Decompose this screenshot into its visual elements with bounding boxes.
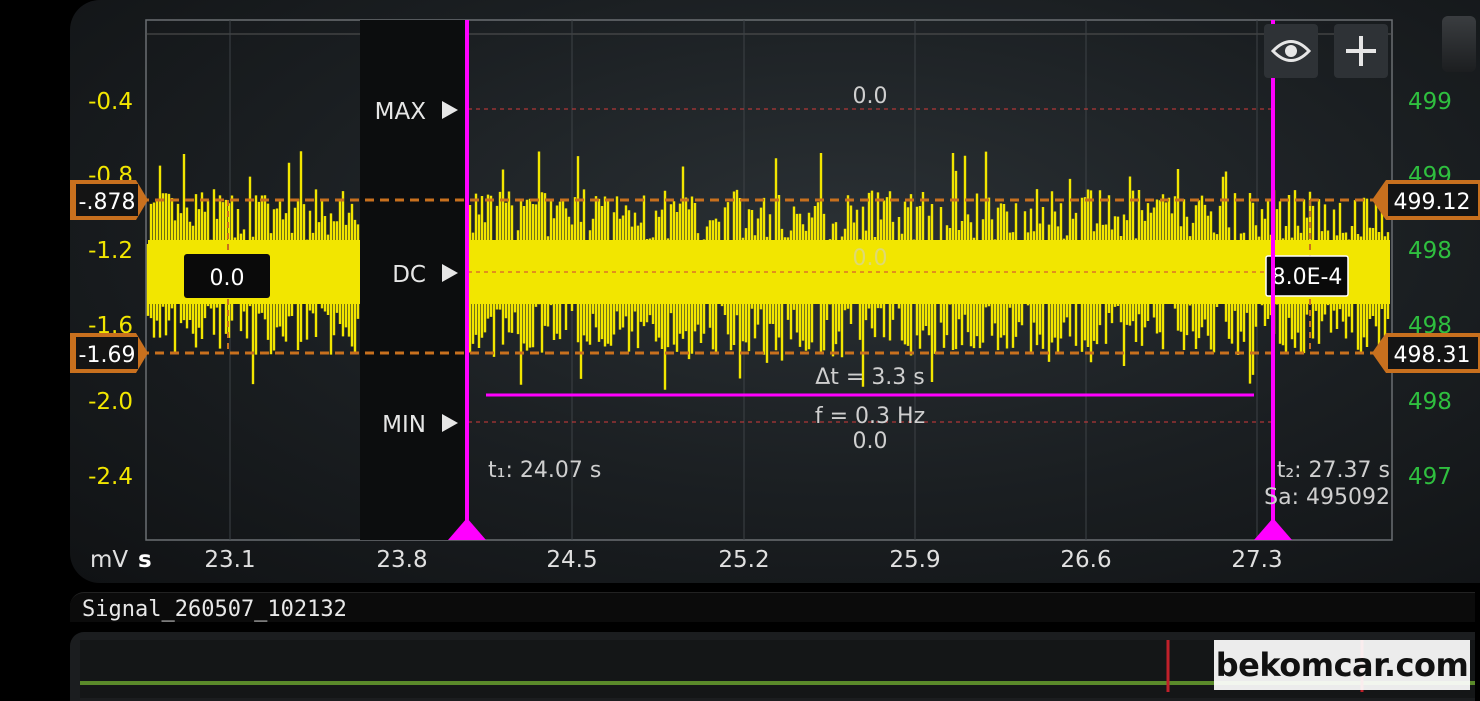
x-tick-label: 23.8	[376, 547, 427, 573]
min-value: 0.0	[853, 429, 888, 454]
y-left-tick: -1.2	[88, 238, 133, 264]
visibility-button[interactable]	[1264, 24, 1318, 78]
dc-label: DC	[392, 262, 426, 288]
y-right-tick: 497	[1408, 464, 1452, 490]
max-label: MAX	[375, 99, 427, 125]
dc-value: 0.0	[853, 246, 888, 271]
watermark: bekomcar.com	[1214, 640, 1470, 690]
t1-readout: t₁: 24.07 s	[488, 458, 601, 483]
x-tick-label: 25.2	[718, 547, 769, 573]
signal-trace	[146, 151, 1390, 390]
x-unit-label: s	[138, 547, 152, 573]
min-label: MIN	[382, 412, 426, 438]
x-tick-label: 25.9	[889, 547, 940, 573]
upper-level-value-right: 499.12	[1394, 190, 1471, 215]
side-panel-handle[interactable]	[1442, 16, 1476, 72]
y-left-tick: -2.0	[88, 389, 133, 415]
eye-icon	[1271, 40, 1311, 62]
lower-level-value-left: -1.69	[79, 343, 136, 368]
x-tick-label: 23.1	[204, 547, 255, 573]
t2-readout: t₂: 27.37 s	[1277, 458, 1390, 483]
samples-readout: Sa: 495092	[1264, 485, 1390, 510]
add-button[interactable]	[1334, 24, 1388, 78]
file-name-bar: Signal_260507_102132	[70, 592, 1475, 622]
right-cursor-value: 8.0E-4	[1272, 265, 1343, 290]
cursor-t2-handle[interactable]	[1254, 518, 1292, 540]
max-value: 0.0	[853, 84, 888, 109]
y-right-tick: 499	[1408, 89, 1452, 115]
upper-level-value-left: -.878	[79, 190, 136, 215]
y-right-tick: 498	[1408, 389, 1452, 415]
scope-plot[interactable]: -0.4 -0.8 -1.2 -1.6 -2.0 -2.4 499 499 49…	[70, 0, 1480, 583]
y-right-tick: 498	[1408, 238, 1452, 264]
plus-icon	[1346, 36, 1376, 66]
delta-t-readout: Δt = 3.3 s	[815, 365, 925, 390]
x-tick-label: 27.3	[1231, 547, 1282, 573]
frequency-readout: f = 0.3 Hz	[815, 404, 925, 429]
scope-panel: -0.4 -0.8 -1.2 -1.6 -2.0 -2.4 499 499 49…	[70, 0, 1480, 583]
y-unit-label: mV	[90, 547, 128, 573]
y-left-tick: -2.4	[88, 464, 133, 490]
left-cursor-value: 0.0	[210, 266, 245, 291]
x-tick-label: 26.6	[1060, 547, 1111, 573]
lower-level-value-right: 498.31	[1394, 343, 1471, 368]
y-left-tick: -0.4	[88, 89, 133, 115]
x-tick-label: 24.5	[546, 547, 597, 573]
